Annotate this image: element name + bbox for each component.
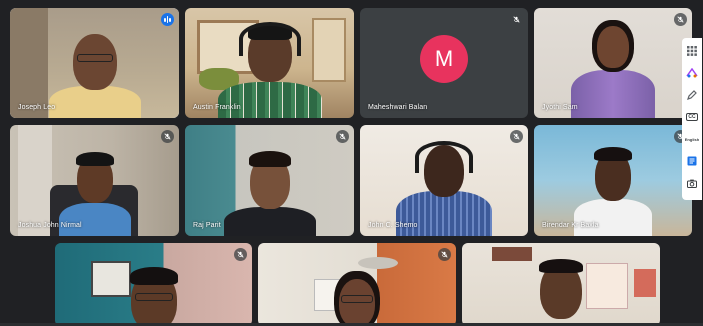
person-hair bbox=[539, 259, 583, 273]
avatar: M bbox=[420, 34, 468, 83]
participant-tile-jyothi-sam[interactable]: Jyothi Sam bbox=[534, 8, 692, 118]
video-feed bbox=[55, 243, 252, 326]
participant-name: Austin Franklin bbox=[193, 104, 241, 111]
person-body bbox=[217, 82, 322, 118]
video-feed bbox=[185, 8, 354, 118]
wall-banner bbox=[492, 247, 532, 261]
video-feed bbox=[185, 125, 354, 236]
mic-off-icon bbox=[674, 13, 687, 26]
participant-tile-austin-franklin[interactable]: Austin Franklin bbox=[185, 8, 354, 118]
person-body bbox=[571, 70, 655, 118]
glasses bbox=[341, 295, 373, 303]
headset bbox=[238, 22, 301, 56]
person-head bbox=[72, 34, 117, 90]
video-feed bbox=[462, 243, 660, 326]
participant-name: Maheshwari Balan bbox=[368, 104, 428, 111]
captions-icon[interactable]: CC bbox=[683, 106, 701, 128]
participant-tile-maheshwari-balan[interactable]: M Maheshwari Balan bbox=[360, 8, 528, 118]
side-toolbar: CC English bbox=[682, 38, 702, 200]
mic-off-icon bbox=[438, 248, 451, 261]
participant-name: Raj Parit bbox=[193, 222, 221, 229]
room-cabinet bbox=[10, 8, 48, 118]
participant-name: Jyothi Sam bbox=[542, 104, 578, 111]
participant-name: Birendar Kr Baxla bbox=[542, 222, 599, 229]
mic-off-icon bbox=[336, 130, 349, 143]
mic-off-icon bbox=[510, 130, 523, 143]
participant-tile-joseph-leo[interactable]: Joseph Leo bbox=[10, 8, 179, 118]
headset bbox=[415, 141, 473, 173]
language-button[interactable]: English bbox=[683, 128, 701, 150]
palette-icon[interactable] bbox=[683, 62, 701, 84]
video-feed bbox=[360, 125, 528, 236]
person-body bbox=[396, 191, 492, 236]
participant-name: Joseph Leo bbox=[18, 104, 56, 111]
wall-photo bbox=[634, 269, 656, 297]
participant-name: John C. Shemo bbox=[368, 222, 418, 229]
door bbox=[18, 125, 52, 236]
captions-label: CC bbox=[686, 113, 698, 121]
participant-tile-row3-3[interactable] bbox=[462, 243, 660, 326]
speaking-indicator-icon bbox=[161, 13, 174, 26]
person-body bbox=[223, 207, 316, 236]
mic-off-icon bbox=[161, 130, 174, 143]
apps-grid-icon[interactable] bbox=[683, 40, 701, 62]
person-hair bbox=[594, 147, 632, 161]
chat-icon[interactable] bbox=[683, 150, 701, 172]
notice-board bbox=[91, 261, 131, 297]
glasses bbox=[134, 293, 173, 301]
person-head bbox=[597, 26, 629, 68]
participant-tile-birendar-baxla[interactable]: Birendar Kr Baxla bbox=[534, 125, 692, 236]
video-feed bbox=[534, 8, 692, 118]
language-label: English bbox=[684, 136, 700, 142]
person-hair bbox=[248, 151, 291, 167]
person-hair bbox=[75, 152, 114, 166]
participant-tile-john-shemo[interactable]: John C. Shemo bbox=[360, 125, 528, 236]
glasses bbox=[76, 54, 113, 62]
person-body bbox=[574, 199, 652, 236]
mic-off-icon bbox=[234, 248, 247, 261]
participant-tile-raj-parit[interactable]: Raj Parit bbox=[185, 125, 354, 236]
person-body bbox=[48, 86, 141, 118]
pen-icon[interactable] bbox=[683, 84, 701, 106]
video-feed bbox=[258, 243, 456, 326]
camera-icon[interactable] bbox=[683, 172, 701, 194]
wall-chart bbox=[586, 263, 628, 309]
wall-fan bbox=[358, 257, 398, 269]
mic-off-icon bbox=[510, 13, 523, 26]
video-feed bbox=[10, 125, 179, 236]
participant-tile-row3-1[interactable] bbox=[55, 243, 252, 326]
participant-tile-row3-2[interactable] bbox=[258, 243, 456, 326]
video-feed bbox=[534, 125, 692, 236]
person-body bbox=[58, 203, 131, 236]
video-feed bbox=[10, 8, 179, 118]
participant-name: Joshua John Nirmal bbox=[18, 222, 82, 229]
window-right bbox=[312, 18, 346, 82]
person-hair bbox=[129, 267, 178, 285]
participant-tile-joshua-john-nirmal[interactable]: Joshua John Nirmal bbox=[10, 125, 179, 236]
